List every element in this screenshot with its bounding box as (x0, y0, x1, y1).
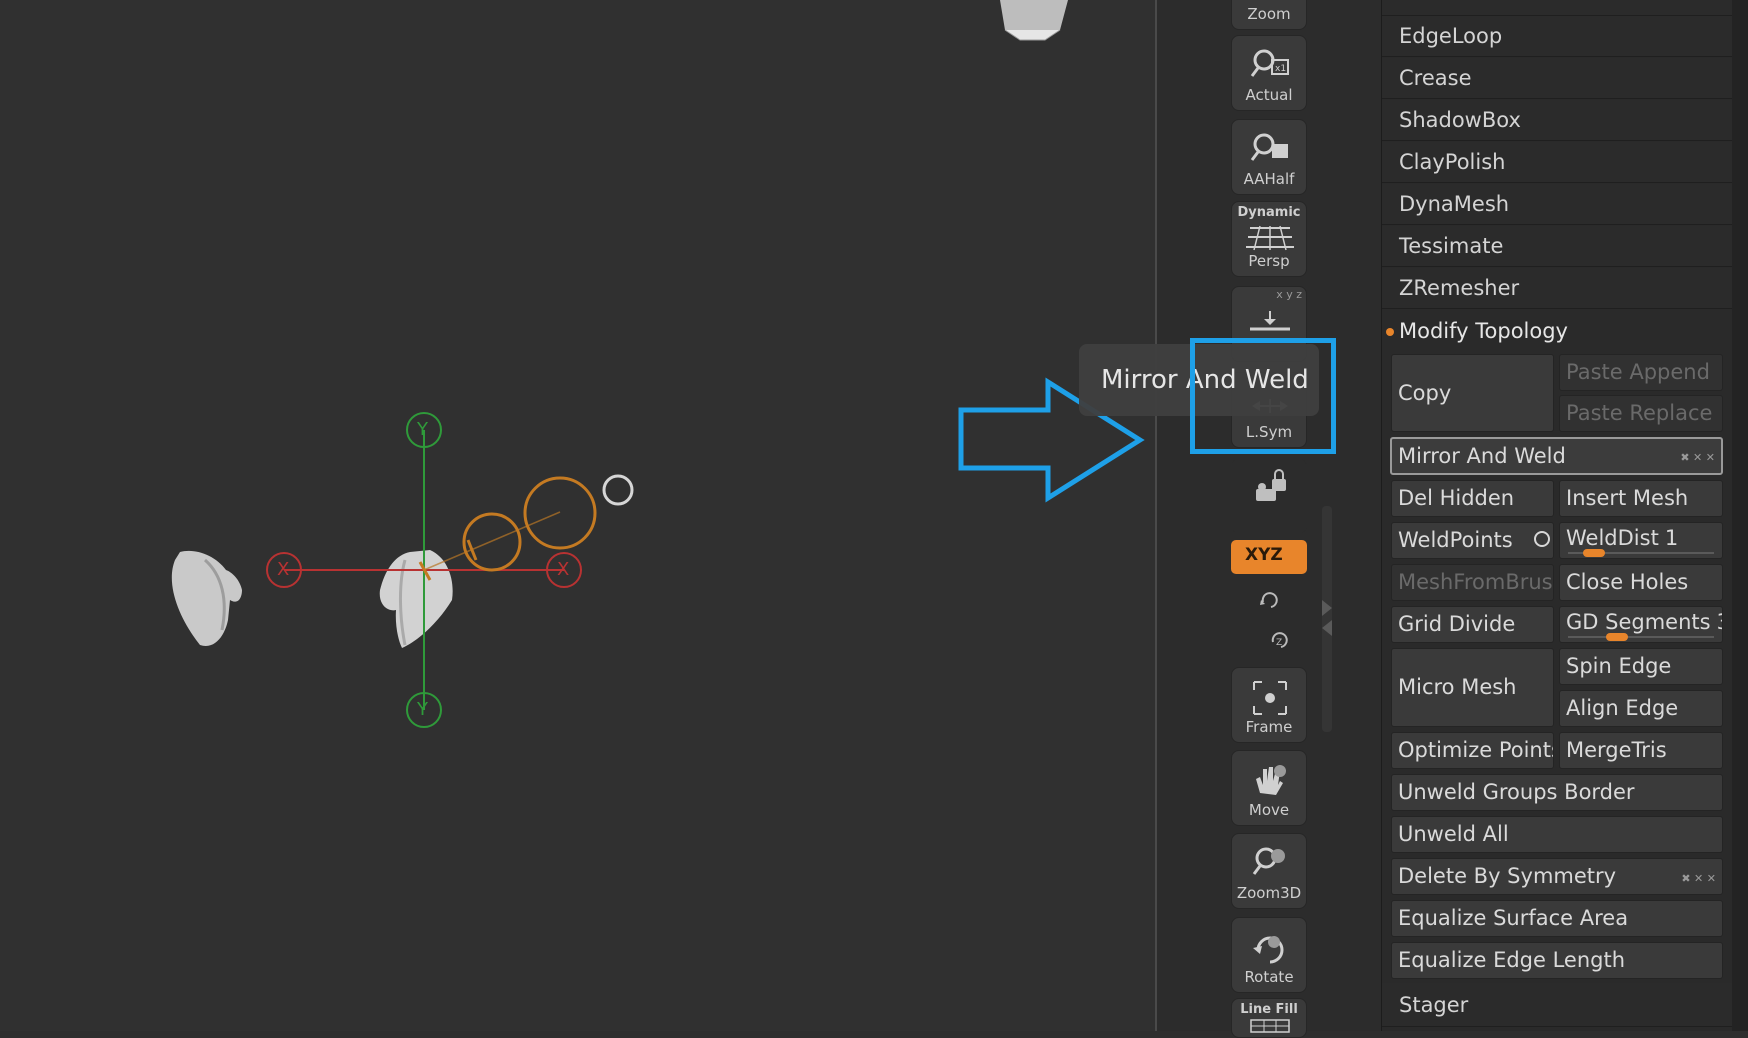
zoom3d-button[interactable]: Zoom3D (1231, 833, 1307, 909)
axis-selector-icon[interactable]: ✖ ✕ ✕ (1680, 441, 1715, 473)
rotate-z-icon[interactable]: Z (1267, 628, 1291, 652)
linefill-button[interactable]: Line Fill (1231, 998, 1307, 1038)
y-axis-label-top: Y (417, 419, 428, 440)
viewport-scene (171, 0, 1145, 728)
menu-item-partial[interactable] (1382, 0, 1732, 16)
gd-segments-knob[interactable] (1605, 633, 1628, 641)
micro-mesh-button[interactable]: Micro Mesh (1391, 648, 1554, 727)
rotate-icon (1253, 936, 1284, 964)
lock-camera-icon (1256, 469, 1286, 501)
move-label: Move (1248, 801, 1290, 819)
unweld-all-button[interactable]: Unweld All (1391, 816, 1723, 853)
rotate-label: Rotate (1244, 968, 1294, 986)
delete-by-symmetry-button[interactable]: Delete By Symmetry ✖ ✕ ✕ (1391, 858, 1723, 895)
weldpoints-label: WeldPoints (1398, 528, 1513, 552)
zoom-label: Zoom (1247, 5, 1291, 23)
optimize-points-button[interactable]: Optimize Points (1391, 732, 1554, 769)
transpose-mid-ring (462, 512, 522, 572)
align-edge-button[interactable]: Align Edge (1559, 690, 1723, 727)
unweld-groups-border-button[interactable]: Unweld Groups Border (1391, 774, 1723, 811)
spin-edge-button[interactable]: Spin Edge (1559, 648, 1723, 685)
viewport-canvas[interactable]: X X Y Y (0, 0, 1155, 1031)
gd-segments-label: GD Segments (1566, 610, 1711, 634)
frame-button[interactable]: Frame (1231, 667, 1307, 743)
linefill-label: Line Fill (1240, 1002, 1298, 1017)
svg-text:Z: Z (1276, 638, 1282, 648)
section-open-indicator (1386, 328, 1394, 336)
highlight-annotation-box (1190, 338, 1336, 454)
menu-item-zremesher[interactable]: ZRemesher (1382, 268, 1732, 309)
gd-segments-value: 3 (1717, 610, 1722, 634)
right-mesh-piece (379, 550, 453, 648)
x-axis-label-left: X (277, 559, 290, 580)
y-axis-label-bottom: Y (417, 699, 428, 720)
xyz-button[interactable]: XYZ (1231, 540, 1307, 574)
persp-button[interactable]: Dynamic Persp (1231, 201, 1307, 277)
xyz-label: XYZ (1245, 545, 1283, 565)
menu-item-dynamesh[interactable]: DynaMesh (1382, 184, 1732, 225)
modify-topology-title: Modify Topology (1399, 319, 1568, 343)
welddist-knob[interactable] (1583, 549, 1606, 557)
actual-zoom-icon: x1 (1250, 49, 1289, 77)
x-axis-label-right: X (557, 559, 570, 580)
delete-by-symmetry-label: Delete By Symmetry (1398, 864, 1617, 888)
move-button[interactable]: Move (1231, 750, 1307, 826)
menu-item-claypolish[interactable]: ClayPolish (1382, 142, 1732, 183)
floor-axes-label: x y z (1276, 288, 1302, 301)
del-hidden-button[interactable]: Del Hidden (1391, 480, 1554, 517)
meshfrombrush-button[interactable]: MeshFromBrush (1391, 564, 1554, 601)
welddist-slider[interactable]: WeldDist 1 (1559, 522, 1723, 559)
menu-item-tessimate[interactable]: Tessimate (1382, 226, 1732, 267)
menu-item-stager[interactable]: Stager (1382, 983, 1732, 1027)
weldpoints-toggle-icon[interactable] (1534, 531, 1550, 547)
transpose-end-ring (523, 476, 597, 550)
rotate-y-icon[interactable] (1257, 588, 1281, 612)
shelf-scrollbar[interactable] (1322, 506, 1332, 732)
weldpoints-button[interactable]: WeldPoints (1391, 522, 1554, 559)
actual-button[interactable]: x1 Actual (1231, 35, 1307, 111)
zoom-button[interactable]: Zoom (1231, 0, 1307, 30)
left-mesh-piece (171, 550, 242, 646)
gd-segments-slider[interactable]: GD Segments3 (1559, 606, 1723, 643)
equalize-edge-length-button[interactable]: Equalize Edge Length (1391, 942, 1723, 979)
menu-item-shadowbox[interactable]: ShadowBox (1382, 100, 1732, 141)
equalize-surface-area-button[interactable]: Equalize Surface Area (1391, 900, 1723, 937)
modify-topology-header[interactable]: Modify Topology (1382, 311, 1732, 351)
menu-item-edgeloop[interactable]: EdgeLoop (1382, 16, 1732, 57)
grid-divide-button[interactable]: Grid Divide (1391, 606, 1554, 643)
aahalf-icon (1250, 133, 1288, 161)
rotate-button[interactable]: Rotate (1231, 917, 1307, 993)
brush-cursor (602, 474, 634, 506)
zoom3d-label: Zoom3D (1236, 884, 1302, 902)
expand-right-icon[interactable] (1322, 600, 1332, 616)
insert-mesh-button[interactable]: Insert Mesh (1559, 480, 1723, 517)
paste-replace-button[interactable]: Paste Replace (1559, 395, 1723, 432)
hand-move-icon (1256, 765, 1286, 795)
frame-icon (1253, 681, 1287, 715)
frame-label: Frame (1245, 718, 1293, 736)
persp-dynamic-label: Dynamic (1237, 205, 1301, 220)
mergetris-button[interactable]: MergeTris (1559, 732, 1723, 769)
panel-scroll-edge[interactable] (1732, 0, 1748, 1031)
floor-icon (1250, 311, 1290, 331)
expand-left-icon[interactable] (1322, 620, 1332, 636)
welddist-value: 1 (1664, 526, 1679, 550)
menu-item-crease[interactable]: Crease (1382, 58, 1732, 99)
axis-selector-icon[interactable]: ✖ ✕ ✕ (1681, 861, 1716, 894)
mirror-and-weld-button[interactable]: Mirror And Weld ✖ ✕ ✕ (1390, 437, 1723, 475)
gd-segments-track (1568, 636, 1714, 638)
close-holes-button[interactable]: Close Holes (1559, 564, 1723, 601)
persp-label: Persp (1248, 252, 1290, 270)
lock-camera-button[interactable] (1231, 458, 1307, 534)
svg-text:x1: x1 (1275, 64, 1286, 74)
paste-append-button[interactable]: Paste Append (1559, 354, 1723, 391)
copy-button[interactable]: Copy (1391, 354, 1554, 432)
zoom3d-icon (1252, 847, 1285, 875)
welddist-label: WeldDist (1566, 526, 1659, 550)
aahalf-button[interactable]: AAHalf (1231, 119, 1307, 195)
mirror-and-weld-label: Mirror And Weld (1398, 444, 1566, 468)
aahalf-label: AAHalf (1243, 170, 1295, 188)
perspective-grid-icon (1246, 225, 1294, 251)
actual-label: Actual (1245, 86, 1293, 104)
